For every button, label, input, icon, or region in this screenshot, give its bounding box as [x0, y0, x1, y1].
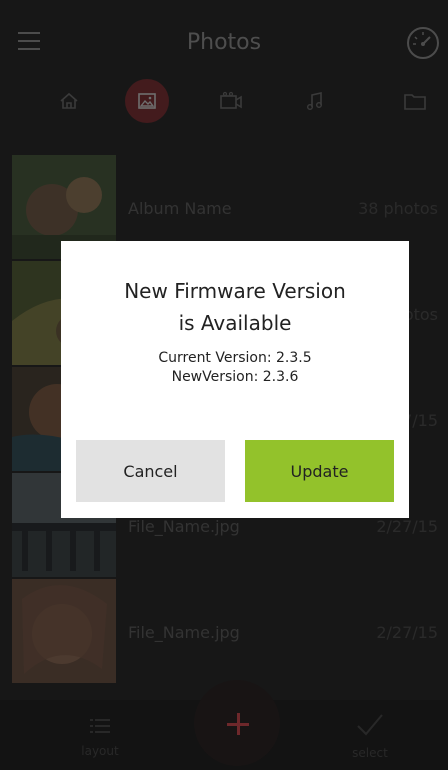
- cancel-button[interactable]: Cancel: [76, 440, 225, 502]
- update-button[interactable]: Update: [245, 440, 394, 502]
- dialog-title: New Firmware Version is Available: [61, 275, 409, 339]
- dialog-title-line2: is Available: [178, 311, 292, 335]
- current-version-text: Current Version: 2.3.5: [158, 350, 312, 366]
- firmware-update-dialog: New Firmware Version is Available Curren…: [61, 241, 409, 518]
- new-version-text: NewVersion: 2.3.6: [171, 369, 299, 385]
- dialog-version-info: Current Version: 2.3.5 NewVersion: 2.3.6: [61, 349, 409, 387]
- dialog-title-line1: New Firmware Version: [124, 279, 346, 303]
